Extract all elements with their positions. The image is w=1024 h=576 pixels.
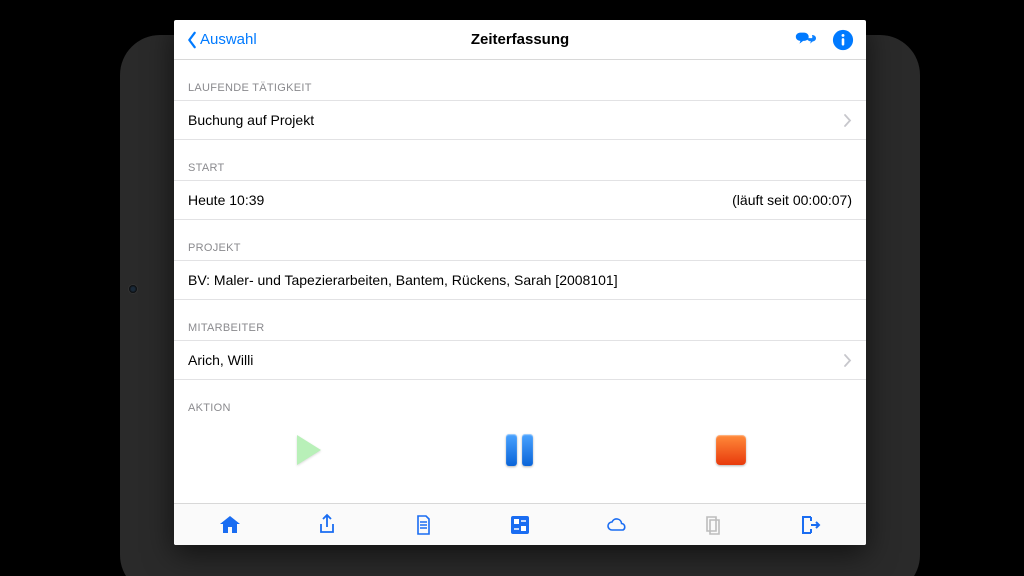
row-start-value: Heute 10:39 — [188, 192, 264, 208]
action-buttons — [174, 420, 866, 490]
back-button[interactable]: Auswahl — [186, 31, 257, 49]
pause-icon — [506, 434, 533, 466]
info-icon[interactable] — [832, 29, 854, 51]
nav-actions — [794, 29, 854, 51]
stop-icon — [716, 435, 746, 465]
exit-icon[interactable] — [798, 513, 822, 537]
app-screen: Auswahl Zeiterfassung LAUFENDE TÄTIGKEIT… — [174, 20, 866, 545]
chevron-right-icon — [844, 114, 852, 127]
play-button[interactable] — [289, 430, 329, 470]
section-header-project: PROJEKT — [174, 220, 866, 260]
share-icon[interactable] — [315, 513, 339, 537]
section-header-activity: LAUFENDE TÄTIGKEIT — [174, 60, 866, 100]
chevron-right-icon — [844, 354, 852, 367]
content-area: LAUFENDE TÄTIGKEIT Buchung auf Projekt S… — [174, 60, 866, 503]
stack-icon[interactable] — [701, 513, 725, 537]
page-title: Zeiterfassung — [174, 31, 866, 48]
row-activity[interactable]: Buchung auf Projekt — [174, 100, 866, 140]
cloud-icon[interactable] — [605, 513, 629, 537]
chevron-left-icon — [186, 31, 198, 49]
row-start-detail: (läuft seit 00:00:07) — [732, 192, 852, 208]
back-label: Auswahl — [200, 31, 257, 48]
row-project[interactable]: BV: Maler- und Tapezierarbeiten, Bantem,… — [174, 260, 866, 300]
stop-button[interactable] — [711, 430, 751, 470]
row-start: Heute 10:39 (läuft seit 00:00:07) — [174, 180, 866, 220]
tablet-camera — [128, 284, 138, 294]
row-project-value: BV: Maler- und Tapezierarbeiten, Bantem,… — [188, 272, 618, 288]
nav-bar: Auswahl Zeiterfassung — [174, 20, 866, 60]
row-employee[interactable]: Arich, Willi — [174, 340, 866, 380]
module-icon[interactable] — [508, 513, 532, 537]
section-header-action: AKTION — [174, 380, 866, 420]
play-icon — [297, 435, 321, 465]
chat-icon[interactable] — [794, 29, 816, 51]
section-header-employee: MITARBEITER — [174, 300, 866, 340]
bottom-toolbar — [174, 503, 866, 545]
home-icon[interactable] — [218, 513, 242, 537]
row-activity-value: Buchung auf Projekt — [188, 112, 314, 128]
section-header-start: START — [174, 140, 866, 180]
document-icon[interactable] — [411, 513, 435, 537]
pause-button[interactable] — [500, 430, 540, 470]
row-employee-value: Arich, Willi — [188, 352, 253, 368]
